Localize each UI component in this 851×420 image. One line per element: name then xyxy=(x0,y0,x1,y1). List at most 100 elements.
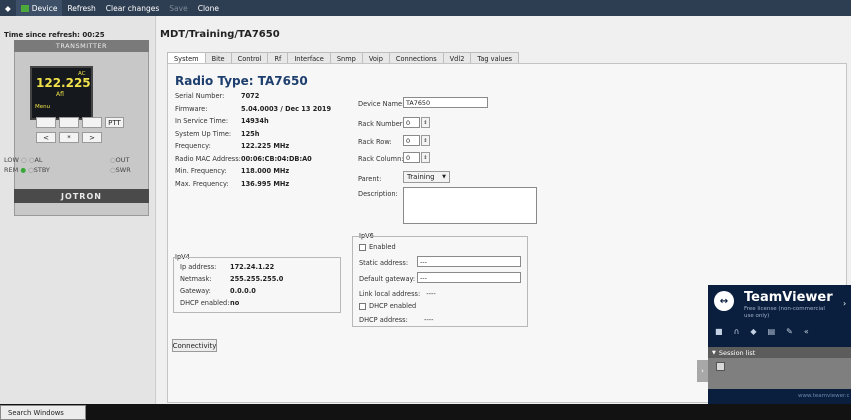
default-gateway-input[interactable]: --- xyxy=(417,272,521,283)
ipv6-enabled-label: Enabled xyxy=(369,243,396,251)
chevron-down-icon: ▼ xyxy=(442,174,446,180)
rack-row-label: Rack Row: xyxy=(358,138,392,146)
soft-key-2[interactable] xyxy=(59,117,79,128)
status-swr: ○SWR xyxy=(110,166,131,174)
parent-value: Training xyxy=(407,173,435,181)
status-low-al: LOW ○ ○AL xyxy=(4,156,43,164)
teamviewer-toolbar: ■ ∩ ◆ ▤ ✎ « xyxy=(715,327,809,336)
status-low: LOW xyxy=(4,156,19,164)
info-label: Serial Number: xyxy=(175,92,225,101)
radio-display: AC 122.225 Afl Menu xyxy=(30,66,93,120)
link-local-value: ---- xyxy=(426,290,436,298)
rack-column-label: Rack Column: xyxy=(358,155,404,163)
dhcp-address-value: ---- xyxy=(423,316,434,324)
ipv4-row: Netmask: 255.255.255.0 xyxy=(180,273,338,285)
search-windows-box[interactable]: Search Windows xyxy=(0,405,86,420)
pen-icon[interactable]: ✎ xyxy=(786,327,793,336)
info-row: Min. Frequency: 118.000 MHz xyxy=(175,165,345,178)
device-menu[interactable]: Device xyxy=(15,0,63,16)
ipv4-value: 0.0.0.0 xyxy=(230,287,256,295)
info-label: Radio MAC Address: xyxy=(175,154,241,163)
soft-key-3[interactable] xyxy=(82,117,102,128)
teamviewer-panel: ↔ TeamViewer Free license (non-commercia… xyxy=(708,285,851,404)
rack-number-input[interactable]: 0 xyxy=(403,117,420,128)
info-row: System Up Time: 125h xyxy=(175,128,345,141)
parent-select[interactable]: Training ▼ xyxy=(403,171,450,183)
menu-bar: ◆ Device Refresh Clear changes Save Clon… xyxy=(0,0,851,16)
rack-column-spinner-icon[interactable]: ⇕ xyxy=(421,152,430,163)
rack-column-input[interactable]: 0 xyxy=(403,152,420,163)
info-row: Max. Frequency: 136.995 MHz xyxy=(175,178,345,191)
info-value: 125h xyxy=(241,129,260,138)
info-label: In Service Time: xyxy=(175,117,229,126)
dhcp-enabled-checkbox[interactable] xyxy=(359,302,366,310)
teamviewer-close-icon[interactable]: › xyxy=(843,299,846,308)
info-value: 7072 xyxy=(241,92,260,101)
ipv6-enabled-toggle[interactable]: Enabled xyxy=(359,243,396,251)
connectivity-button[interactable]: Connectivity xyxy=(172,339,217,352)
clone-menu[interactable]: Clone xyxy=(193,0,224,16)
camera-icon[interactable]: ■ xyxy=(715,327,723,336)
panel-expand-arrow-icon[interactable]: › xyxy=(697,360,708,382)
status-out: ○OUT xyxy=(110,156,130,164)
led-low-icon: ○ xyxy=(21,156,27,164)
left-button[interactable]: < xyxy=(36,132,56,143)
ipv6-enabled-checkbox[interactable] xyxy=(359,243,366,251)
ipv4-row: DHCP enabled: no xyxy=(180,297,338,309)
device-menu-label: Device xyxy=(31,3,58,13)
device-name-input[interactable]: TA7650 xyxy=(403,97,488,108)
description-input[interactable] xyxy=(403,187,537,224)
star-button[interactable]: * xyxy=(59,132,79,143)
link-local-label: Link local address: xyxy=(359,290,421,298)
system-info: Serial Number: 7072 Firmware: 5.04.0003 / … xyxy=(175,90,345,190)
ipv4-row: Gateway: 0.0.0.0 xyxy=(180,285,338,297)
session-list-label: Session list xyxy=(718,348,756,357)
headset-icon[interactable]: ∩ xyxy=(734,327,740,336)
info-label: System Up Time: xyxy=(175,129,232,138)
refresh-timer: Time since refresh: 00:25 xyxy=(4,31,105,39)
device-icon xyxy=(20,4,29,12)
ipv4-label: DHCP enabled: xyxy=(180,299,230,307)
device-path: MDT/Training/TA7650 xyxy=(160,29,280,40)
static-address-input[interactable]: --- xyxy=(417,256,521,267)
refresh-menu[interactable]: Refresh xyxy=(62,0,100,16)
status-stby: STBY xyxy=(33,166,50,174)
jotron-logo: JOTRON xyxy=(14,189,149,203)
status-out-label: OUT xyxy=(115,156,130,164)
chevron-down-icon: ▼ xyxy=(712,349,716,356)
collapse-icon[interactable]: « xyxy=(804,327,809,336)
session-list-header[interactable]: ▼ Session list xyxy=(708,347,851,358)
ipv4-value: no xyxy=(230,299,240,307)
right-button[interactable]: > xyxy=(82,132,102,143)
ipv4-value: 172.24.1.22 xyxy=(230,263,275,271)
teamviewer-url[interactable]: www.teamviewer.c xyxy=(798,393,850,399)
dhcp-enabled-toggle[interactable]: DHCP enabled xyxy=(359,302,416,310)
files-icon[interactable]: ▤ xyxy=(768,327,776,336)
dhcp-address-label: DHCP address: xyxy=(359,316,408,324)
info-label: Min. Frequency: xyxy=(175,167,227,176)
rack-number-label: Rack Number: xyxy=(358,120,405,128)
save-menu[interactable]: Save xyxy=(164,0,192,16)
session-computer-icon[interactable] xyxy=(716,362,725,371)
ipv4-value: 255.255.255.0 xyxy=(230,275,284,283)
soft-key-1[interactable] xyxy=(36,117,56,128)
ptt-button[interactable]: PTT xyxy=(105,117,124,128)
rack-row-spinner-icon[interactable]: ⇕ xyxy=(421,135,430,146)
teamviewer-license-line2: use only) xyxy=(744,313,770,319)
info-row: Radio MAC Address: 00:06:CB:04:DB:A0 xyxy=(175,153,345,166)
info-value: 122.225 MHz xyxy=(241,142,290,151)
app-menu-icon[interactable]: ◆ xyxy=(0,0,16,16)
info-value: 136.995 MHz xyxy=(241,179,290,188)
taskbar xyxy=(0,404,851,420)
teamviewer-license-line1: Free license (non-commercial xyxy=(744,306,825,312)
info-row: In Service Time: 14934h xyxy=(175,115,345,128)
rack-row-input[interactable]: 0 xyxy=(403,135,420,146)
led-rem-icon: ● xyxy=(20,166,26,174)
rack-number-spinner-icon[interactable]: ⇕ xyxy=(421,117,430,128)
ipv4-label: Netmask: xyxy=(180,275,212,283)
default-gateway-label: Default gateway: xyxy=(359,275,416,283)
dhcp-address: DHCP address: ---- xyxy=(359,316,433,324)
clear-changes-menu[interactable]: Clear changes xyxy=(101,0,165,16)
link-local-address: Link local address: ---- xyxy=(359,290,436,298)
chat-icon[interactable]: ◆ xyxy=(750,327,756,336)
